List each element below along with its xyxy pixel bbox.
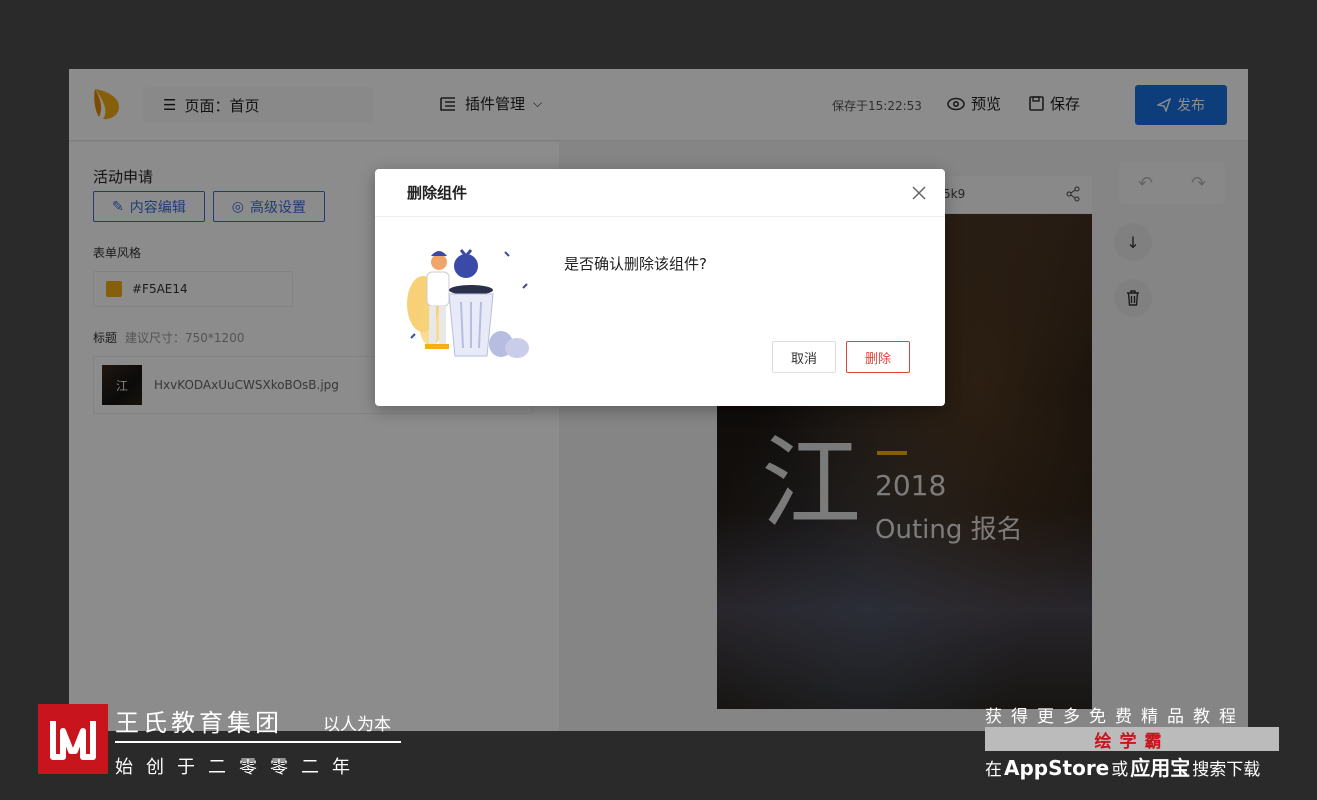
close-icon[interactable] (911, 185, 927, 201)
promo-store: 应用宝 (1130, 756, 1191, 780)
delete-confirm-modal: 删除组件 是否确认删除该组件? 取消 删除 (375, 169, 945, 406)
promo-or: 或 (1111, 760, 1129, 780)
promo-appstore: AppStore (1004, 756, 1110, 780)
modal-header: 删除组件 (375, 169, 945, 217)
w-logo-icon (50, 721, 96, 760)
trash-illustration-icon (407, 249, 529, 358)
watermark-logo (38, 704, 108, 774)
cancel-button[interactable]: 取消 (772, 341, 837, 373)
promo-pre: 在 (985, 760, 1002, 780)
modal-title: 删除组件 (407, 184, 468, 202)
watermark-divider (115, 741, 401, 743)
promo-brand: 绘学霸 (985, 727, 1279, 752)
watermark-since: 始创于二零零二年 (115, 757, 363, 778)
watermark-tagline: 以人为本 (323, 715, 391, 735)
confirm-delete-button[interactable]: 删除 (846, 341, 911, 373)
watermark-title: 王氏教育集团 (115, 709, 283, 737)
promo-line: 获得更多免费精品教程 (985, 707, 1245, 727)
promo-download: 在 AppStore 或 应用宝 搜索下载 (985, 752, 1260, 781)
promo-post: 搜索下载 (1192, 760, 1261, 780)
modal-message: 是否确认删除该组件? (564, 255, 707, 273)
